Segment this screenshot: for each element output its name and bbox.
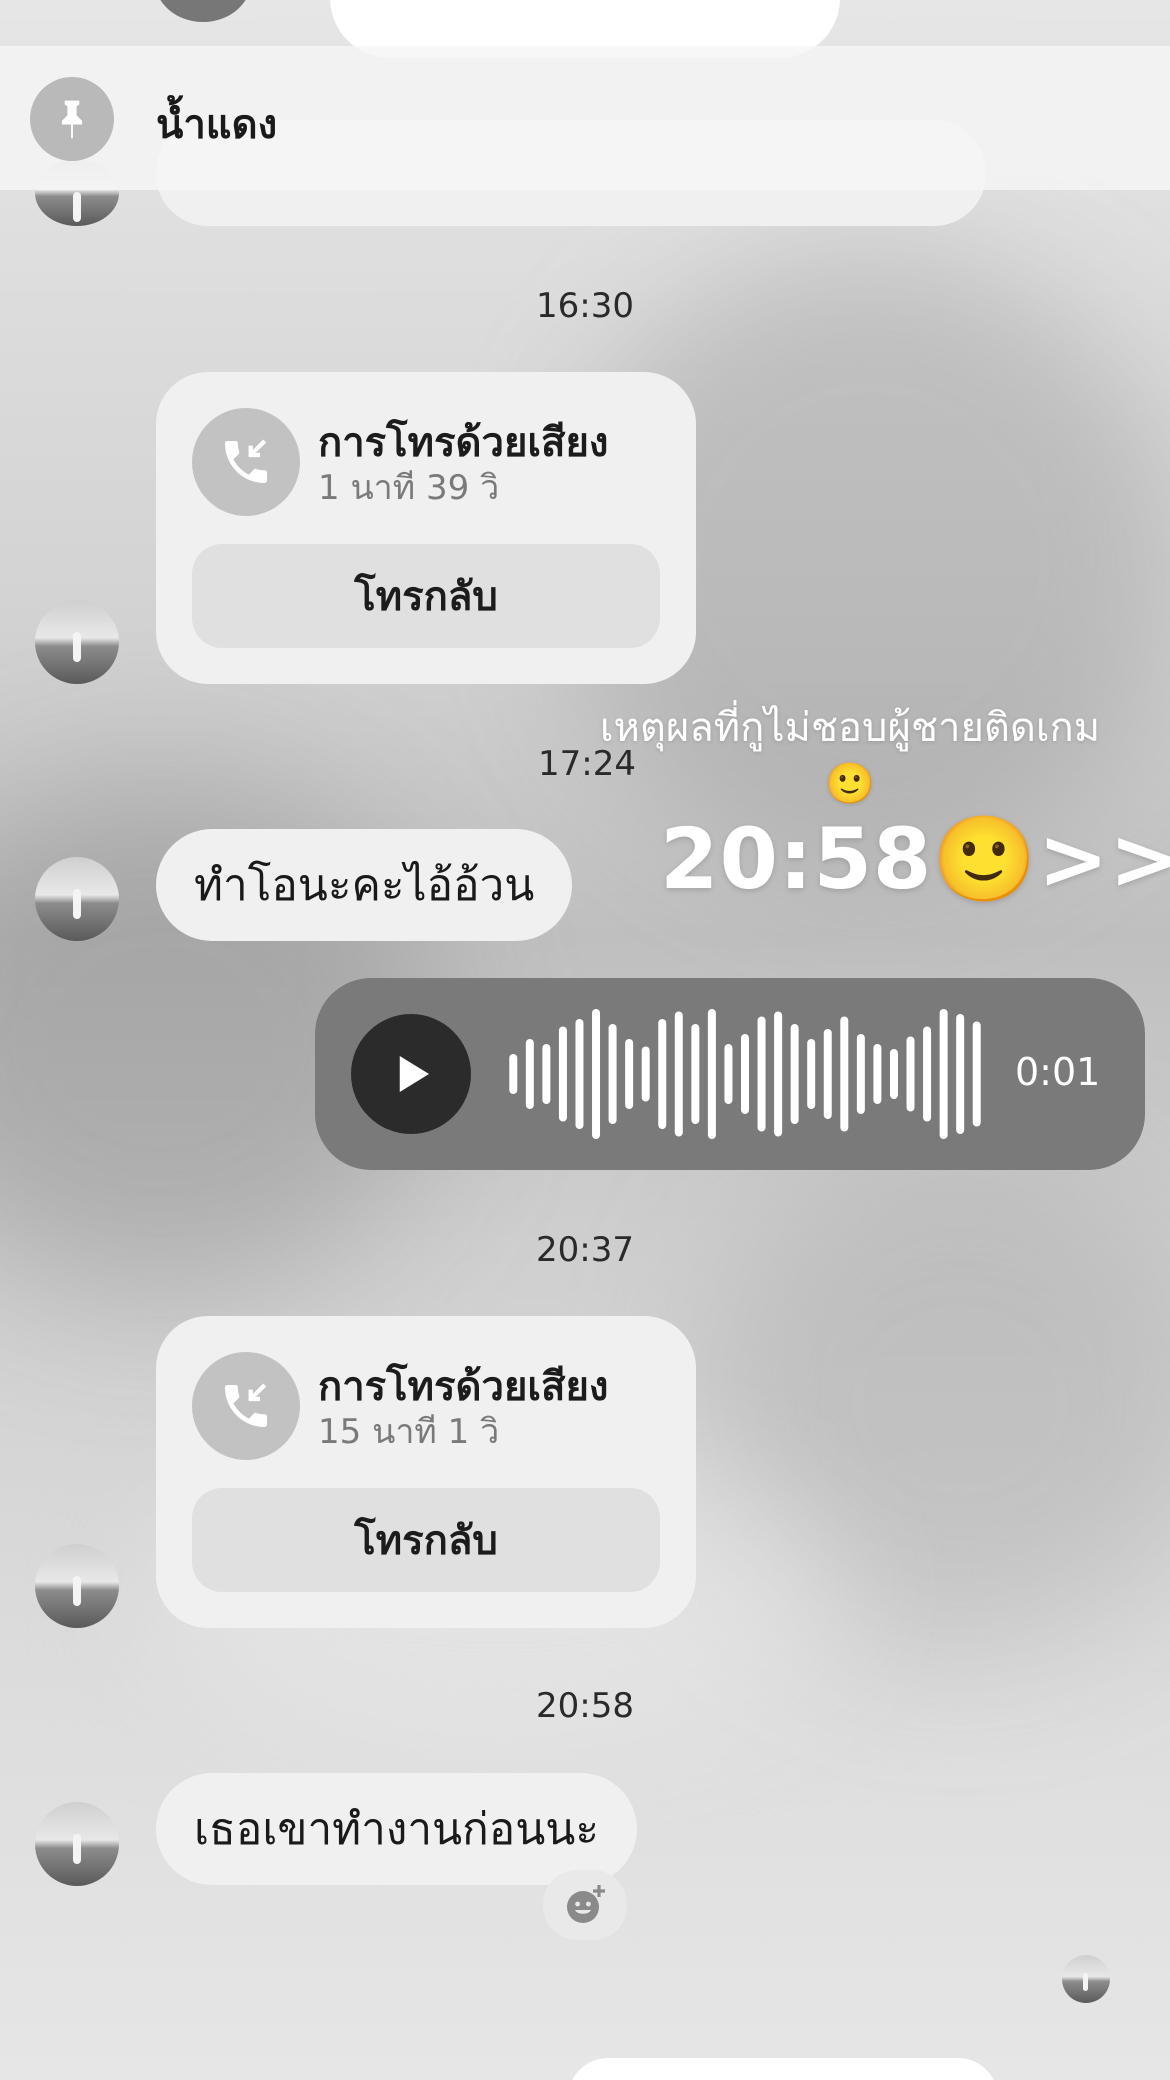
waveform-bar <box>509 1054 518 1094</box>
waveform-bar <box>889 1049 898 1099</box>
avatar[interactable] <box>35 857 119 941</box>
timestamp: 16:30 <box>536 286 634 326</box>
call-back-button[interactable]: โทรกลับ <box>192 1488 660 1592</box>
waveform-bar <box>856 1034 865 1114</box>
waveform-bar <box>691 1024 700 1124</box>
composer-pill[interactable] <box>568 2058 998 2080</box>
message-text: ทำโอนะคะไอ้อ้วน <box>194 860 535 911</box>
waveform-bar <box>558 1026 567 1122</box>
chat-screen: น้ำแดง 16:30 การโทรด้วยเสียง 1 นาที 39 ว… <box>0 0 1170 2080</box>
avatar[interactable] <box>35 600 119 684</box>
waveform-bar <box>641 1046 650 1102</box>
overlay-caption: เหตุผลที่กูไม่ชอบผู้ชายติดเกม🙂 <box>599 705 1101 807</box>
audio-waveform[interactable] <box>505 1004 985 1144</box>
waveform-bar <box>608 1024 617 1124</box>
waveform-bar <box>939 1009 948 1139</box>
waveform-bar <box>956 1014 965 1134</box>
avatar[interactable] <box>35 1802 119 1886</box>
waveform-bar <box>972 1021 981 1127</box>
play-icon <box>399 1056 429 1092</box>
voice-call-card[interactable]: การโทรด้วยเสียง 1 นาที 39 วิ โทรกลับ <box>156 372 696 684</box>
add-reaction-button[interactable] <box>543 1870 627 1940</box>
message-text: เธอเขาทำงานก่อนนะ <box>194 1804 599 1855</box>
play-button[interactable] <box>351 1014 471 1134</box>
waveform-bar <box>840 1016 849 1132</box>
voice-message-bubble[interactable]: 0:01 <box>315 978 1145 1170</box>
waveform-bar <box>873 1044 882 1104</box>
call-back-button[interactable]: โทรกลับ <box>192 544 660 648</box>
waveform-bar <box>790 1024 799 1124</box>
waveform-bar <box>774 1011 783 1137</box>
waveform-bar <box>592 1009 601 1139</box>
timestamp: 20:37 <box>536 1230 634 1270</box>
avatar[interactable] <box>155 0 251 22</box>
waveform-bar <box>807 1039 816 1109</box>
waveform-bar <box>757 1016 766 1132</box>
voice-call-card[interactable]: การโทรด้วยเสียง 15 นาที 1 วิ โทรกลับ <box>156 1316 696 1628</box>
call-duration: 1 นาที 39 วิ <box>318 468 500 508</box>
message-bubble[interactable]: เธอเขาทำงานก่อนนะ <box>156 1773 637 1885</box>
waveform-bar <box>625 1039 634 1109</box>
waveform-bar <box>906 1036 915 1112</box>
overlay-time-text: 20:58🙂>> <box>660 810 1170 908</box>
waveform-bar <box>674 1011 683 1137</box>
waveform-bar <box>525 1039 534 1109</box>
pinned-contact-name: น้ำแดง <box>156 102 278 148</box>
waveform-bar <box>542 1044 551 1104</box>
avatar[interactable] <box>35 1544 119 1628</box>
read-receipt-avatar <box>1062 1955 1110 2003</box>
timestamp: 20:58 <box>536 1686 634 1726</box>
pin-icon <box>30 77 114 161</box>
waveform-bar <box>823 1029 832 1119</box>
incoming-call-icon <box>192 408 300 516</box>
incoming-call-icon <box>192 1352 300 1460</box>
waveform-bar <box>707 1009 716 1139</box>
voice-duration: 0:01 <box>1015 1050 1101 1094</box>
message-bubble[interactable]: ทำโอนะคะไอ้อ้วน <box>156 829 573 941</box>
waveform-bar <box>724 1044 733 1104</box>
add-reaction-icon <box>567 1885 605 1923</box>
waveform-bar <box>575 1019 584 1129</box>
waveform-bar <box>923 1026 932 1122</box>
waveform-bar <box>741 1034 749 1114</box>
waveform-bar <box>658 1019 667 1129</box>
call-duration: 15 นาที 1 วิ <box>318 1412 500 1452</box>
